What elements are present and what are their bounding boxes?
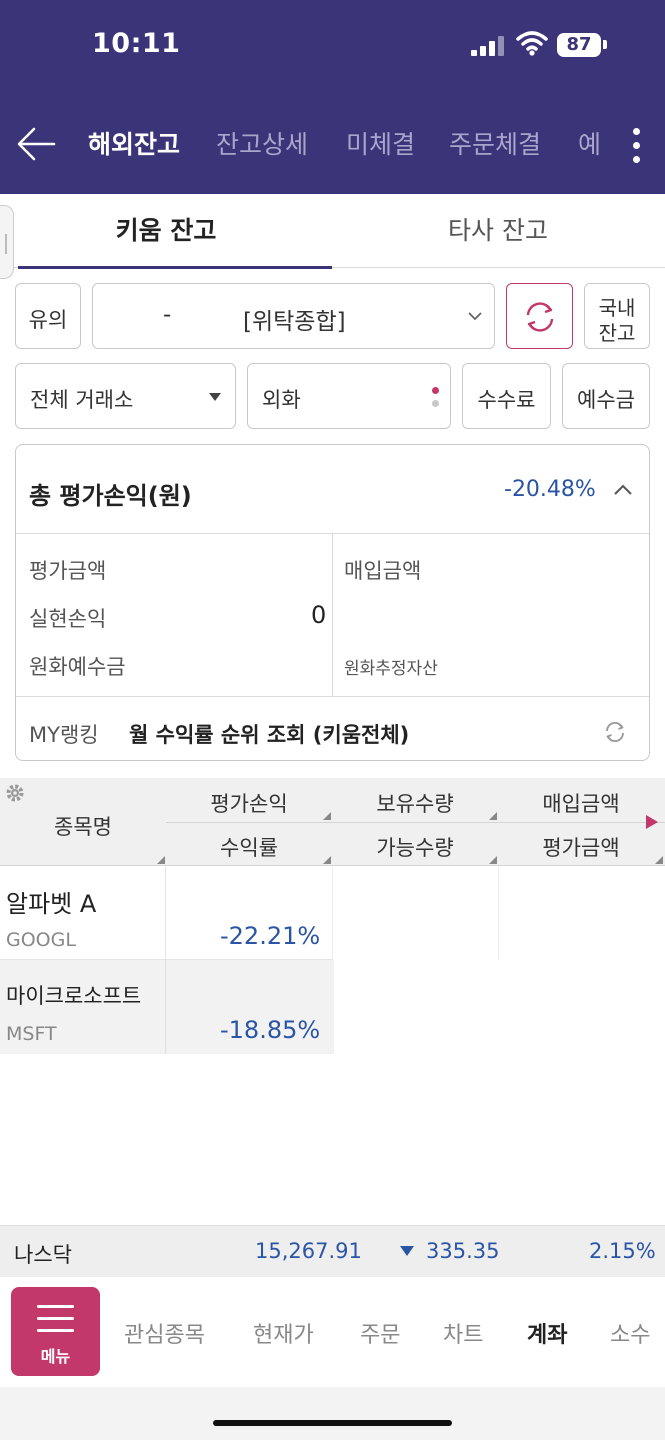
tab-balance-detail[interactable]: 잔고상세 xyxy=(216,125,308,161)
sort-corner-icon xyxy=(157,856,165,864)
total-pnl-card: 총 평가손익(원) -20.48% 평가금액 실현손익 0 원화예수금 매입금액… xyxy=(15,444,650,761)
active-subtab-indicator xyxy=(18,266,332,269)
chevron-up-icon[interactable] xyxy=(613,483,633,497)
settings-gear-icon[interactable] xyxy=(4,782,26,804)
cellular-signal-icon xyxy=(471,36,505,56)
side-drawer-handle[interactable] xyxy=(0,205,14,279)
caret-down-icon xyxy=(209,393,221,401)
ranking-refresh-icon[interactable] xyxy=(603,720,627,744)
tab-order-fill[interactable]: 주문체결 xyxy=(449,125,541,161)
account-select[interactable]: - [위탁종합] xyxy=(92,283,495,349)
chevron-down-icon xyxy=(468,312,482,321)
table-row[interactable]: 알파벳 A GOOGL -22.21% xyxy=(0,866,665,960)
sort-corner-icon xyxy=(489,812,497,820)
col-header-name[interactable]: 종목명 xyxy=(0,811,166,841)
nav-fractional[interactable]: 소수 xyxy=(610,1317,650,1349)
stock-name: 마이크로소프트 xyxy=(6,984,142,1008)
deposit-button-label: 예수금 xyxy=(577,388,635,412)
more-options-icon[interactable] xyxy=(624,124,648,168)
nav-account[interactable]: 계좌 xyxy=(527,1317,567,1349)
my-ranking-label: MY랭킹 xyxy=(29,723,99,747)
menu-button[interactable]: 메뉴 xyxy=(11,1287,100,1376)
sort-corner-icon xyxy=(323,812,331,820)
monthly-return-ranking-link[interactable]: 월 수익률 순위 조회 (키움전체) xyxy=(129,719,409,749)
app-screen: 10:11 87 해외잔고 잔고상세 미체결 주문체결 예 키움 잔고 타사 잔 xyxy=(0,0,665,1440)
home-indicator[interactable] xyxy=(213,1420,452,1426)
back-arrow-icon[interactable] xyxy=(14,124,58,164)
realized-pnl-label: 실현손익 xyxy=(29,607,107,631)
subtab-kiwoom-balance[interactable]: 키움 잔고 xyxy=(0,194,332,268)
stock-name: 알파벳 A xyxy=(6,890,97,918)
deposit-button[interactable]: 예수금 xyxy=(562,363,650,429)
sort-corner-icon xyxy=(323,856,331,864)
account-type: [위탁종합] xyxy=(243,309,346,335)
nav-order[interactable]: 주문 xyxy=(360,1317,400,1349)
app-header: 10:11 87 해외잔고 잔고상세 미체결 주문체결 예 xyxy=(0,0,665,194)
bottom-navigation: 메뉴 관심종목 현재가 주문 차트 계좌 소수 xyxy=(0,1277,665,1387)
subtab-other-broker-balance[interactable]: 타사 잔고 xyxy=(332,194,664,268)
currency-select[interactable]: 외화 xyxy=(247,363,451,429)
battery-tip xyxy=(603,40,607,49)
col-header-eval[interactable]: 평가금액 xyxy=(498,832,664,862)
tab-more-partial[interactable]: 예 xyxy=(578,125,601,161)
table-row[interactable]: 마이크로소프트 MSFT -18.85% xyxy=(0,960,665,1054)
balance-subtabs: 키움 잔고 타사 잔고 xyxy=(0,194,665,268)
index-ticker-bar[interactable]: 나스닥 15,267.91 335.35 2.15% xyxy=(0,1225,665,1277)
krw-deposit-label: 원화예수금 xyxy=(29,655,126,679)
index-name: 나스닥 xyxy=(14,1243,72,1267)
nav-chart[interactable]: 차트 xyxy=(443,1317,483,1349)
domestic-balance-button[interactable]: 국내 잔고 xyxy=(584,283,650,349)
notice-button-label: 유의 xyxy=(28,308,68,332)
refresh-icon xyxy=(526,302,554,332)
refresh-button[interactable] xyxy=(506,283,573,349)
account-number-dash: - xyxy=(163,302,172,328)
notice-button[interactable]: 유의 xyxy=(15,283,81,349)
stock-return-rate: -18.85% xyxy=(220,1016,321,1044)
battery-indicator: 87 xyxy=(557,33,601,57)
total-pnl-rate: -20.48% xyxy=(504,477,596,502)
menu-button-label: 메뉴 xyxy=(40,1347,71,1366)
exchange-select-value: 전체 거래소 xyxy=(30,388,134,412)
tab-overseas-balance[interactable]: 해외잔고 xyxy=(88,125,180,161)
scroll-right-arrow-icon[interactable] xyxy=(645,814,659,830)
fee-button[interactable]: 수수료 xyxy=(462,363,551,429)
realized-pnl-value: 0 xyxy=(311,601,327,629)
index-change: 335.35 xyxy=(426,1239,500,1263)
col-header-avail-qty[interactable]: 가능수량 xyxy=(332,832,498,862)
nav-current-price[interactable]: 현재가 xyxy=(253,1317,314,1349)
total-pnl-title: 총 평가손익(원) xyxy=(29,482,192,510)
sort-corner-icon xyxy=(655,856,663,864)
exchange-select[interactable]: 전체 거래소 xyxy=(15,363,236,429)
home-indicator-area xyxy=(0,1387,665,1440)
currency-select-value: 외화 xyxy=(262,388,301,412)
fee-button-label: 수수료 xyxy=(477,388,536,412)
domestic-button-line2: 잔고 xyxy=(598,321,636,345)
toggle-dot-icon xyxy=(432,400,439,407)
eval-amount-label: 평가금액 xyxy=(29,559,107,583)
status-time: 10:11 xyxy=(92,28,181,59)
index-change-pct: 2.15% xyxy=(589,1239,656,1263)
stock-code: GOOGL xyxy=(6,929,76,951)
wifi-icon xyxy=(516,31,548,56)
toggle-dot-icon xyxy=(432,387,439,394)
col-header-rate[interactable]: 수익률 xyxy=(166,832,332,862)
index-value: 15,267.91 xyxy=(255,1239,362,1263)
holdings-table-header: 종목명 평가손익 보유수량 매입금액 수익률 가능수량 평가금액 xyxy=(0,778,665,866)
krw-est-assets-label: 원화추정자산 xyxy=(344,659,438,679)
tab-unfilled[interactable]: 미체결 xyxy=(346,125,415,161)
stock-return-rate: -22.21% xyxy=(220,922,321,950)
down-triangle-icon xyxy=(400,1246,414,1256)
sort-corner-icon xyxy=(489,856,497,864)
nav-watchlist[interactable]: 관심종목 xyxy=(124,1317,205,1349)
col-header-pnl[interactable]: 평가손익 xyxy=(166,788,332,818)
col-header-qty[interactable]: 보유수량 xyxy=(332,788,498,818)
purchase-amount-label: 매입금액 xyxy=(344,559,422,583)
stock-code: MSFT xyxy=(6,1023,57,1045)
col-header-purchase[interactable]: 매입금액 xyxy=(498,788,664,818)
